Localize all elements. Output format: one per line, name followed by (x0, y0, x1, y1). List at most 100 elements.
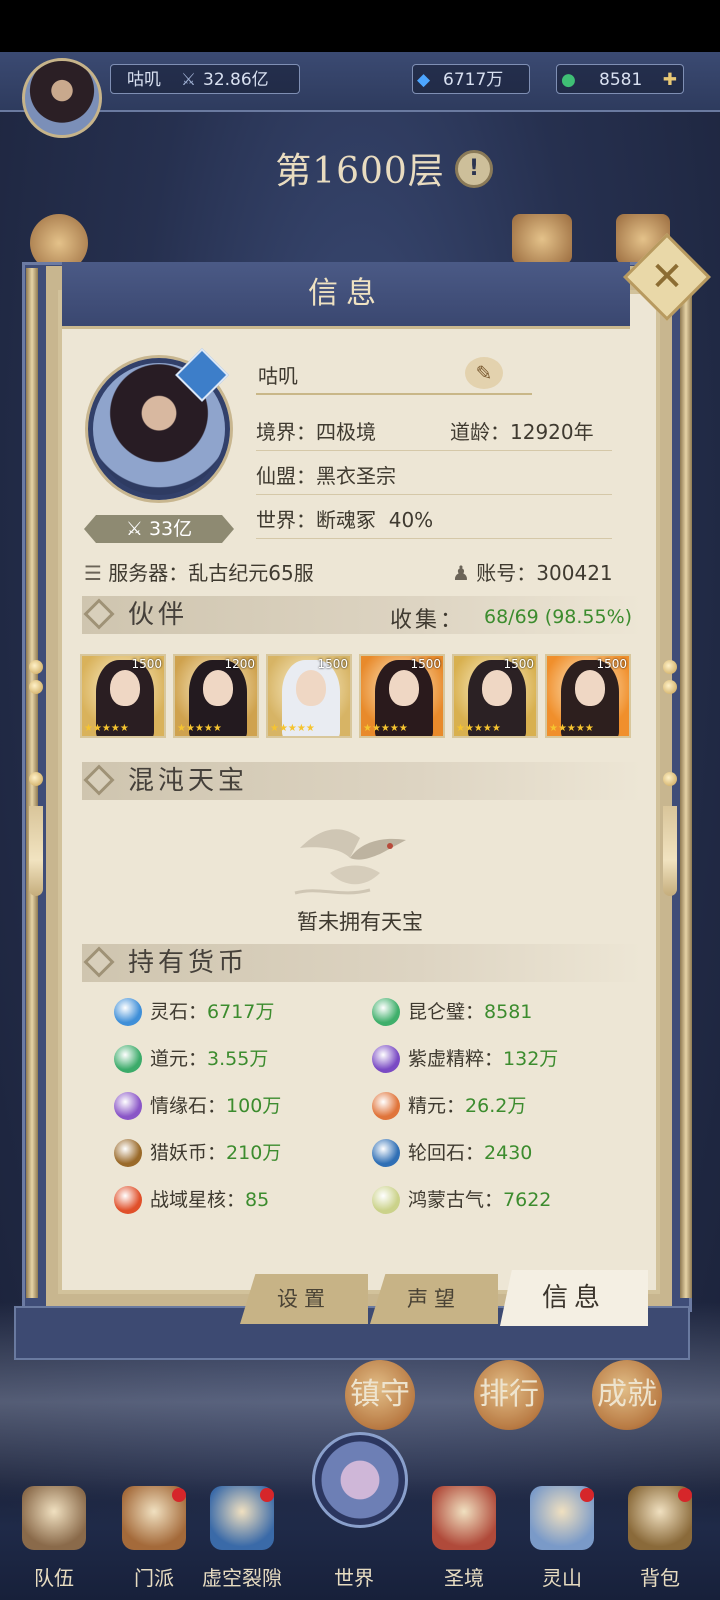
dao-age-row: 道龄：12920年 (450, 420, 594, 444)
partner-level: 1500 (410, 657, 441, 671)
partner-card[interactable]: 1200 ★★★★★ (173, 654, 259, 738)
partner-card[interactable]: 1500 ★★★★★ (266, 654, 352, 738)
power-badge-value: 33亿 (148, 518, 193, 540)
nav-label: 背包 (640, 1566, 680, 1590)
currency-value: 26.2万 (465, 1095, 527, 1117)
currency-value: 132万 (503, 1048, 559, 1070)
partner-level: 1500 (503, 657, 534, 671)
star-icons: ★★★★★ (177, 723, 222, 734)
currency-value: 8581 (484, 1001, 533, 1023)
currency-label: 昆仑璧： (408, 1001, 485, 1023)
power-badge: ⚔ 33亿 (84, 515, 234, 543)
nav-label: 队伍 (34, 1566, 74, 1590)
player-avatar[interactable] (22, 58, 102, 138)
spirit-stone-icon: ◆ (417, 70, 431, 90)
nav-item[interactable]: 虚空裂隙 (196, 1478, 288, 1600)
collect-value: 68/69 (98.55%) (484, 606, 633, 628)
currency-value: 2430 (484, 1142, 533, 1164)
partner-level: 1500 (596, 657, 627, 671)
spirit-stone-value: 6717万 (443, 70, 504, 90)
reincarnation-stone-icon (372, 1139, 400, 1167)
scroll-event-icon[interactable] (512, 214, 572, 264)
server-row: ☰ 服务器：乱古纪元65服 (84, 561, 314, 585)
partner-cards: 1500 ★★★★★ 1200 ★★★★★ 1500 ★★★★★ 1500 ★★★★★ 1500… (80, 654, 632, 738)
notification-dot (260, 1488, 274, 1502)
rename-brush-icon[interactable]: ✎ (465, 357, 503, 389)
player-name: 咕叽 (127, 70, 161, 90)
rank-button[interactable]: 排行 (474, 1360, 544, 1430)
jade-value: 8581 (599, 70, 643, 90)
nav-item[interactable]: 背包 (614, 1478, 706, 1600)
collect-label: 收集： (390, 608, 466, 633)
no-treasure-text: 暂未拥有天宝 (297, 910, 423, 934)
player-power-pill: 咕叽 ⚔ 32.86亿 (110, 64, 300, 94)
star-icons: ★★★★★ (270, 723, 315, 734)
currency-label: 精元： (408, 1095, 466, 1117)
partner-level: 1200 (224, 657, 255, 671)
guard-button[interactable]: 镇守 (345, 1360, 415, 1430)
nav-icon (22, 1486, 86, 1550)
star-icons: ★★★★★ (549, 723, 594, 734)
kunlun-jade-icon (372, 998, 400, 1026)
nav-item[interactable]: 世界 (308, 1478, 400, 1600)
left-tassel (29, 806, 43, 896)
jade-pill: ● 8581 ✚ (556, 64, 684, 94)
currency-value: 100万 (226, 1095, 282, 1117)
partner-card[interactable]: 1500 ★★★★★ (80, 654, 166, 738)
nav-label: 门派 (134, 1566, 174, 1590)
status-bar (0, 0, 720, 52)
floor-info-icon[interactable]: ! (455, 150, 493, 188)
nav-item[interactable]: 队伍 (8, 1478, 100, 1600)
currency-label: 灵石： (150, 1001, 208, 1023)
currency-label: 鸿蒙古气： (408, 1189, 504, 1211)
tab-info[interactable]: 信息 (500, 1270, 648, 1326)
nav-label: 圣境 (444, 1566, 484, 1590)
partner-level: 1500 (317, 657, 348, 671)
spirit-stone-icon (114, 998, 142, 1026)
nav-icon (432, 1486, 496, 1550)
partners-title: 伙伴 (128, 600, 189, 630)
dialog-title-banner: 信息 (62, 262, 630, 329)
star-icons: ★★★★★ (456, 723, 501, 734)
nav-label: 虚空裂隙 (202, 1566, 282, 1590)
profile-name: 咕叽 (258, 364, 298, 388)
combat-power-icon: ⚔ (181, 70, 197, 90)
tab-reputation[interactable]: 声望 (370, 1274, 498, 1324)
tab-settings[interactable]: 设置 (240, 1274, 368, 1324)
currency-title: 持有货币 (128, 948, 249, 978)
nav-item[interactable]: 门派 (108, 1478, 200, 1600)
currency-label: 道元： (150, 1048, 208, 1070)
realm-row: 境界：四极境 (256, 420, 376, 444)
treasure-title: 混沌天宝 (128, 766, 249, 796)
star-icons: ★★★★★ (84, 723, 129, 734)
partner-card[interactable]: 1500 ★★★★★ (359, 654, 445, 738)
partner-card[interactable]: 1500 ★★★★★ (545, 654, 631, 738)
nav-label: 世界 (334, 1566, 374, 1590)
nav-item[interactable]: 圣境 (418, 1478, 510, 1600)
account-icon: ♟ (452, 561, 477, 585)
currency-value: 6717万 (207, 1001, 275, 1023)
currency-label: 猎妖币： (150, 1142, 227, 1164)
essence-icon (372, 1092, 400, 1120)
currency-label: 紫虚精粹： (408, 1048, 504, 1070)
spirit-stone-pill: ◆ 6717万 (412, 64, 530, 94)
nav-item[interactable]: 灵山 (516, 1478, 608, 1600)
right-tassel (663, 806, 677, 896)
notification-dot (678, 1488, 692, 1502)
dao-yuan-icon (114, 1045, 142, 1073)
combat-power-value: 32.86亿 (203, 70, 269, 90)
achievement-button[interactable]: 成就 (592, 1360, 662, 1430)
currency-label: 轮回石： (408, 1142, 485, 1164)
account-row: ♟ 账号：300421 (452, 561, 613, 585)
partner-card[interactable]: 1500 ★★★★★ (452, 654, 538, 738)
alliance-row: 仙盟：黑衣圣宗 (256, 464, 396, 488)
notification-dot (580, 1488, 594, 1502)
currency-label: 战域星核： (150, 1189, 246, 1211)
notification-dot (172, 1488, 186, 1502)
currency-value: 7622 (503, 1189, 552, 1211)
close-icon: ✕ (650, 254, 684, 300)
star-core-icon (114, 1186, 142, 1214)
add-jade-icon[interactable]: ✚ (663, 65, 677, 95)
world-row: 世界：断魂冢 40% (256, 508, 434, 532)
demon-coin-icon (114, 1139, 142, 1167)
